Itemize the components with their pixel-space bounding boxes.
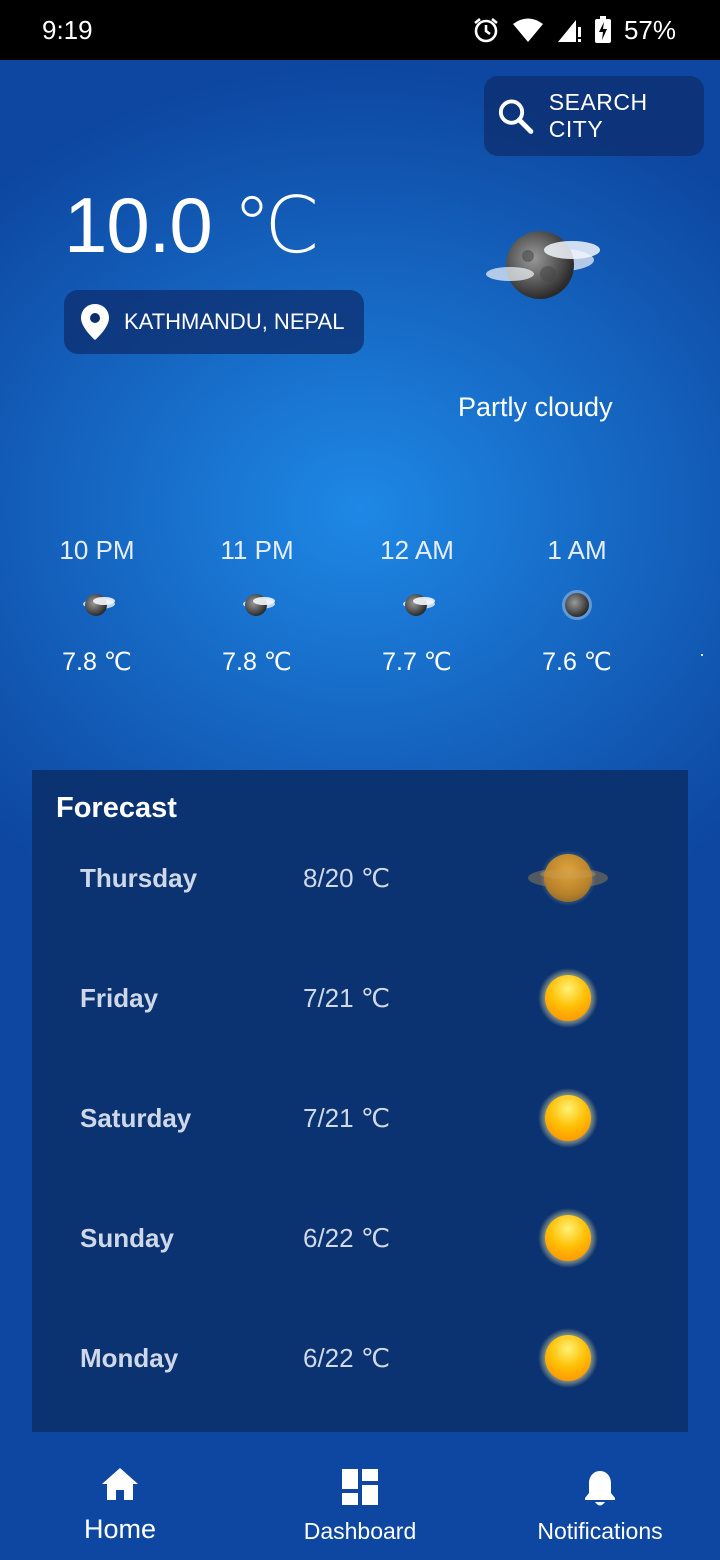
nav-dashboard-label: Dashboard [303, 1518, 417, 1544]
nav-notifications[interactable]: Notifications [480, 1440, 720, 1560]
forecast-row: Saturday 7/21 ℃ [32, 1078, 688, 1158]
forecast-temp: 7/21 ℃ [303, 1103, 391, 1133]
forecast-row: Friday 7/21 ℃ [32, 958, 688, 1038]
bell-icon [585, 1471, 615, 1506]
sun-icon [538, 1208, 598, 1268]
wifi-icon [512, 18, 543, 42]
hourly-forecast[interactable]: 10 PM 7.8 ℃ 11 PM 7.8 ℃ 12 AM 7.7 ℃ 1 AM… [0, 530, 720, 690]
hour-time: 12 AM [380, 535, 454, 565]
forecast-row: Sunday 6/22 ℃ [32, 1198, 688, 1278]
forecast-day: Thursday [80, 863, 198, 893]
battery-percent: 57% [623, 14, 676, 45]
hourly-item: 11 PM 7.8 ℃ [177, 530, 337, 684]
hour-temp: 7.7 ℃ [382, 648, 452, 676]
hourly-item: 12 AM 7.7 ℃ [337, 530, 497, 684]
sun-icon [538, 1328, 598, 1388]
hour-temp: 7.8 ℃ [62, 648, 132, 676]
partly-cloudy-night-icon [403, 594, 435, 616]
location-label: KATHMANDU, NEPAL [124, 309, 345, 334]
nav-home[interactable]: Home [0, 1440, 240, 1560]
hourly-item: 1 AM 7.6 ℃ [497, 530, 657, 684]
status-time: 9:19 [42, 14, 93, 45]
status-icons: 57% [472, 15, 676, 46]
hour-time: 10 PM [59, 535, 135, 565]
location-chip: KATHMANDU, NEPAL [64, 290, 364, 354]
partly-cloudy-night-icon [83, 594, 115, 616]
hour-temp: 7.6 ℃ [542, 648, 612, 676]
forecast-temp: 7/21 ℃ [303, 983, 391, 1013]
home-icon [102, 1468, 138, 1500]
hour-time: 1 AM [547, 535, 607, 565]
search-icon [498, 99, 534, 134]
hourly-item: 10 PM 7.8 ℃ [17, 530, 177, 684]
forecast-day: Sunday [80, 1223, 174, 1253]
forecast-temp: 6/22 ℃ [303, 1343, 391, 1373]
hour-temp: 7.8 ℃ [222, 648, 292, 676]
hour-time: 11 PM [220, 535, 294, 565]
nav-notifications-label: Notifications [537, 1518, 663, 1544]
alarm-icon [474, 17, 498, 43]
clear-night-icon [562, 590, 592, 620]
search-city-button[interactable]: SEARCH CITY [484, 76, 704, 156]
scroll-edge-indicator [701, 654, 703, 656]
search-city-label: SEARCH CITY [548, 89, 648, 142]
current-temperature: 10.0 ℃ [64, 181, 320, 269]
hazy-sun-icon [528, 850, 608, 906]
forecast-day: Monday [80, 1343, 179, 1373]
forecast-temp: 8/20 ℃ [303, 863, 391, 893]
partly-cloudy-night-icon [480, 222, 608, 317]
partly-cloudy-night-icon [243, 594, 275, 616]
forecast-day: Saturday [80, 1103, 192, 1133]
nav-dashboard[interactable]: Dashboard [240, 1440, 480, 1560]
battery-icon [594, 16, 611, 43]
status-bar: 9:19 57% [0, 0, 720, 60]
sun-icon [538, 968, 598, 1028]
bottom-navigation: Home Dashboard Notifications [0, 1440, 720, 1560]
forecast-title: Forecast [56, 792, 177, 824]
nav-home-label: Home [83, 1514, 157, 1544]
location-pin-icon [81, 304, 109, 340]
dashboard-icon [342, 1469, 378, 1505]
forecast-day: Friday [80, 983, 159, 1013]
condition-label: Partly cloudy [458, 392, 613, 422]
sun-icon [538, 1088, 598, 1148]
signal-icon [557, 20, 581, 42]
forecast-panel: Forecast Thursday 8/20 ℃ Friday 7/21 ℃ S… [32, 770, 688, 1432]
forecast-row: Thursday 8/20 ℃ [32, 838, 688, 918]
forecast-row: Monday 6/22 ℃ [32, 1318, 688, 1398]
forecast-temp: 6/22 ℃ [303, 1223, 391, 1253]
